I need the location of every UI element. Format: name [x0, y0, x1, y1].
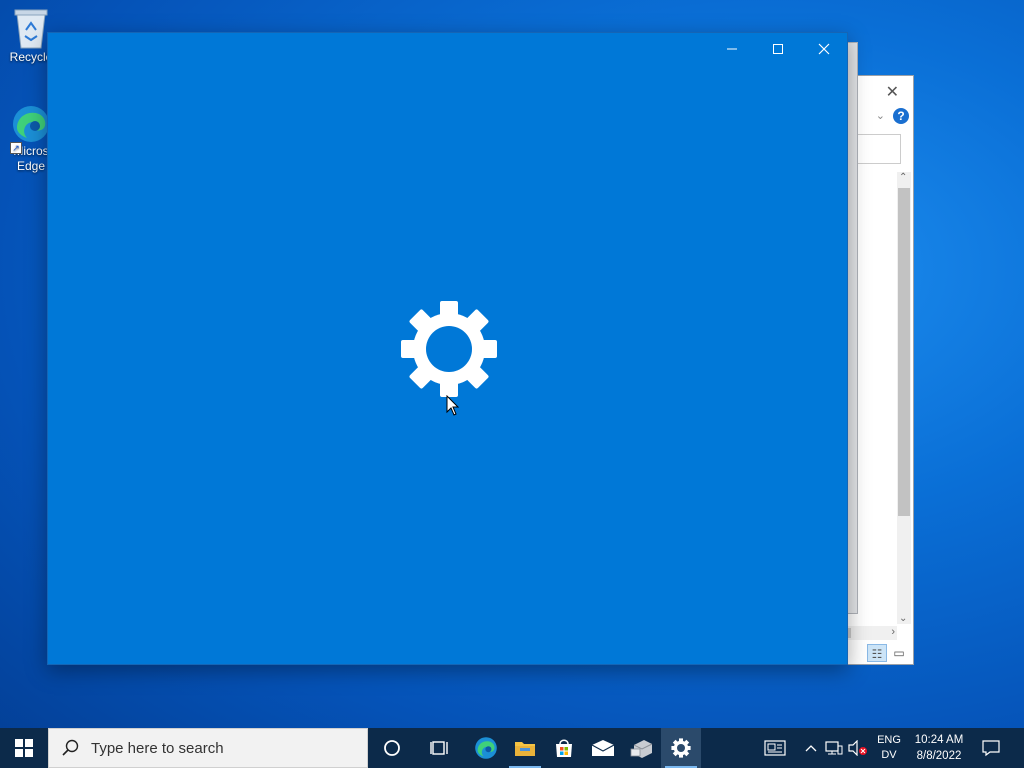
close-icon: [818, 43, 830, 55]
action-center-button[interactable]: [974, 728, 1008, 768]
task-view-button[interactable]: [420, 728, 460, 768]
search-icon: [62, 739, 79, 756]
news-button[interactable]: [758, 728, 792, 768]
clock[interactable]: 10:24 AM 8/8/2022: [908, 728, 970, 768]
store-icon: [556, 739, 572, 757]
gear-icon: [401, 301, 497, 397]
help-icon[interactable]: ?: [893, 108, 909, 124]
file-explorer-button[interactable]: [505, 728, 545, 768]
windows-logo-icon: [15, 739, 33, 757]
settings-splash-window[interactable]: [47, 32, 848, 665]
scroll-down-icon[interactable]: ⌄: [899, 613, 907, 624]
settings-taskbar-button[interactable]: [661, 728, 701, 768]
app-button[interactable]: [622, 728, 662, 768]
minimize-button[interactable]: [709, 33, 755, 65]
task-view-icon: [430, 741, 448, 755]
details-view-icon[interactable]: ☷: [867, 644, 887, 662]
language-indicator[interactable]: ENG DV: [870, 728, 908, 768]
scroll-right-icon[interactable]: ›: [891, 626, 895, 638]
large-icons-view-icon[interactable]: ▭: [889, 644, 909, 662]
network-button[interactable]: [822, 728, 846, 768]
chevron-up-icon: [805, 745, 817, 752]
cortana-button[interactable]: [372, 728, 412, 768]
maximize-button[interactable]: [755, 33, 801, 65]
cortana-circle-icon: [384, 740, 400, 756]
recycle-bin-icon: [14, 9, 48, 49]
language-code: ENG: [877, 734, 901, 746]
close-button[interactable]: [801, 33, 847, 65]
mail-icon: [591, 740, 615, 756]
taskbar-search-box[interactable]: Type here to search: [48, 728, 368, 768]
maximize-icon: [773, 44, 783, 54]
clock-time: 10:24 AM: [914, 734, 964, 746]
taskbar: Type here to search ENG DV 10:24 AM 8/8/…: [0, 728, 1024, 768]
search-placeholder: Type here to search: [91, 739, 224, 757]
store-button[interactable]: [544, 728, 584, 768]
keyboard-layout: DV: [881, 749, 897, 761]
show-hidden-icons-button[interactable]: [800, 728, 822, 768]
mouse-cursor-icon: [446, 395, 460, 416]
edge-icon: [475, 737, 497, 759]
bg-scroll-thumb[interactable]: [898, 188, 910, 516]
news-icon: [764, 740, 786, 756]
start-button[interactable]: [4, 728, 44, 768]
notification-icon: [982, 740, 1000, 757]
bg-expand-ribbon-icon[interactable]: ⌄: [876, 109, 885, 122]
gear-icon: [671, 738, 691, 758]
edge-icon: [13, 106, 49, 142]
edge-taskbar-button[interactable]: [466, 728, 506, 768]
bg-vertical-scrollbar[interactable]: ⌃ ⌄: [897, 172, 911, 624]
bg-close-button[interactable]: ✕: [886, 82, 899, 102]
folder-icon: [515, 742, 535, 756]
volume-button[interactable]: [846, 728, 870, 768]
volume-muted-icon: [848, 740, 867, 756]
minimize-icon: [727, 48, 737, 50]
clock-date: 8/8/2022: [916, 750, 962, 762]
network-icon: [825, 741, 843, 755]
mail-button[interactable]: [583, 728, 623, 768]
app-icon: [630, 740, 653, 758]
scroll-up-icon[interactable]: ⌃: [899, 172, 907, 183]
shortcut-arrow-icon: ↗: [10, 142, 22, 154]
